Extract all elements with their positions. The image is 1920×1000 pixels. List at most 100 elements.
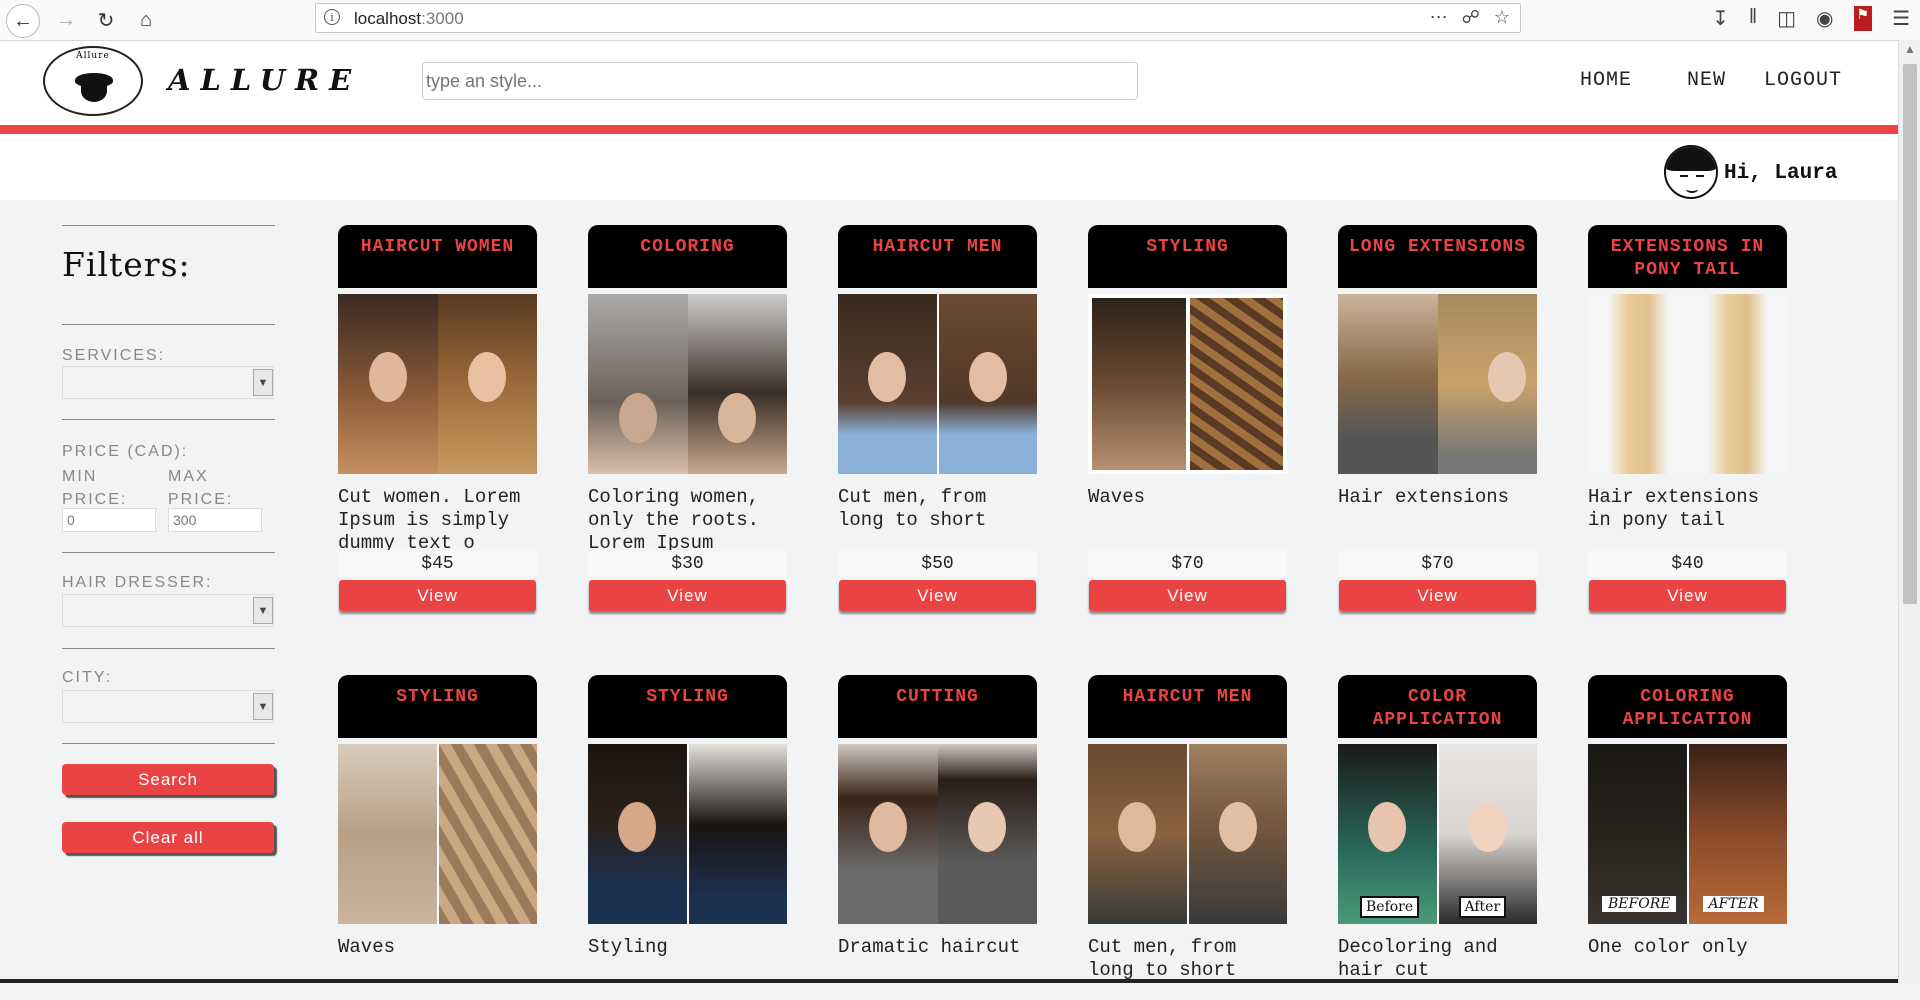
- scroll-up-icon[interactable]: ▲: [1899, 42, 1920, 56]
- before-tag: Before: [1360, 896, 1420, 918]
- back-icon[interactable]: ←: [6, 4, 40, 38]
- scrollbar-thumb[interactable]: [1903, 64, 1917, 604]
- reload-icon[interactable]: ↻: [90, 4, 122, 36]
- card-image[interactable]: BEFORE AFTER: [1588, 744, 1787, 924]
- chevron-down-icon[interactable]: ▼: [253, 369, 273, 396]
- card-image[interactable]: [1088, 294, 1287, 474]
- view-button[interactable]: View: [1339, 580, 1536, 611]
- card-image[interactable]: [338, 744, 537, 924]
- brand-name: ALLURE: [168, 63, 362, 97]
- card-price: $30: [588, 551, 787, 577]
- header-accent-bar: [0, 125, 1898, 134]
- site-info-icon[interactable]: i: [324, 9, 340, 25]
- browser-toolbar: ← → ↻ ⌂ i localhost:3000 ⋯ ☍ ☆ ↧ ‖ ◫ ◉ ⚑…: [0, 0, 1920, 41]
- city-select[interactable]: ▼: [62, 690, 274, 723]
- card-description: Styling: [588, 936, 668, 958]
- price-label: PRICE (CAD):: [62, 443, 189, 460]
- home-icon[interactable]: ⌂: [130, 4, 162, 36]
- chevron-down-icon[interactable]: ▼: [253, 597, 273, 624]
- card-image[interactable]: [1088, 744, 1287, 924]
- after-tag: After: [1458, 896, 1507, 918]
- divider: [62, 552, 275, 553]
- logo[interactable]: Allure: [43, 46, 143, 116]
- card-title: COLORING APPLICATION: [1588, 675, 1787, 738]
- clear-all-button[interactable]: Clear all: [62, 822, 274, 853]
- page-scrollbar[interactable]: ▲: [1898, 40, 1920, 983]
- beard-icon: [81, 80, 107, 102]
- card-description: Hair extensions in pony tail: [1588, 486, 1760, 531]
- card-title: STYLING: [588, 675, 787, 738]
- divider: [62, 743, 275, 744]
- card-title: HAIRCUT MEN: [838, 225, 1037, 288]
- more-icon[interactable]: ⋯: [1430, 7, 1448, 28]
- max-price-label: MAX PRICE:: [168, 468, 234, 508]
- bookmark-star-icon[interactable]: ☆: [1494, 7, 1510, 28]
- search-button[interactable]: Search: [62, 764, 274, 795]
- view-button[interactable]: View: [839, 580, 1036, 611]
- card-title: STYLING: [1088, 225, 1287, 288]
- card-description: Cut men, from long to short: [838, 486, 987, 531]
- filters-title: Filters:: [62, 245, 191, 284]
- divider: [62, 419, 275, 420]
- before-tag: BEFORE: [1602, 896, 1677, 912]
- search-input[interactable]: [422, 62, 1138, 100]
- card-description: One color only: [1588, 936, 1748, 958]
- card-description: Waves: [1088, 486, 1146, 508]
- menu-new[interactable]: NEW: [1687, 69, 1726, 92]
- card-image[interactable]: [838, 744, 1037, 924]
- card-image[interactable]: [838, 294, 1037, 474]
- menu-logout[interactable]: LOGOUT: [1764, 69, 1842, 92]
- card-description: Decoloring and hair cut: [1338, 936, 1498, 981]
- sidebar-icon[interactable]: ◫: [1777, 6, 1796, 31]
- card-title: CUTTING: [838, 675, 1037, 738]
- forward-icon[interactable]: →: [50, 4, 82, 36]
- card-title: HAIRCUT WOMEN: [338, 225, 537, 288]
- card-image[interactable]: [1338, 294, 1537, 474]
- card-description: Hair extensions: [1338, 486, 1510, 508]
- divider: [62, 648, 275, 649]
- card-price: $40: [1588, 551, 1787, 577]
- card-price: $70: [1338, 551, 1537, 577]
- services-label: SERVICES:: [62, 347, 166, 364]
- bottom-edge: [0, 979, 1898, 983]
- card-image[interactable]: [588, 744, 787, 924]
- card-price: $50: [838, 551, 1037, 577]
- pocket-icon[interactable]: ☍: [1462, 7, 1480, 28]
- services-select[interactable]: ▼: [62, 366, 274, 399]
- card-image[interactable]: [588, 294, 787, 474]
- extension-icon[interactable]: ⚑: [1853, 6, 1873, 31]
- menu-home[interactable]: HOME: [1580, 69, 1632, 92]
- avatar[interactable]: [1664, 145, 1718, 199]
- library-icon[interactable]: ‖: [1749, 6, 1757, 31]
- card-title: HAIRCUT MEN: [1088, 675, 1287, 738]
- max-price-input[interactable]: [168, 508, 262, 532]
- min-price-label: MIN PRICE:: [62, 468, 128, 508]
- card-description: Waves: [338, 936, 396, 958]
- url-text: localhost:3000: [354, 9, 464, 28]
- city-label: CITY:: [62, 669, 113, 686]
- card-image[interactable]: [1588, 294, 1787, 474]
- url-bar[interactable]: i localhost:3000 ⋯ ☍ ☆: [315, 3, 1521, 33]
- chevron-down-icon[interactable]: ▼: [253, 693, 273, 720]
- card-title: EXTENSIONS IN PONY TAIL: [1588, 225, 1787, 288]
- view-button[interactable]: View: [589, 580, 786, 611]
- card-price: $45: [338, 551, 537, 577]
- card-description: Cut women. Lorem Ipsum is simply dummy t…: [338, 486, 521, 550]
- min-price-input[interactable]: [62, 508, 156, 532]
- divider: [62, 324, 275, 325]
- hairdresser-select[interactable]: ▼: [62, 594, 274, 627]
- card-image[interactable]: Before After: [1338, 744, 1537, 924]
- card-title: COLOR APPLICATION: [1338, 675, 1537, 738]
- card-image[interactable]: [338, 294, 537, 474]
- card-title: STYLING: [338, 675, 537, 738]
- account-icon[interactable]: ◉: [1816, 6, 1833, 31]
- view-button[interactable]: View: [1589, 580, 1786, 611]
- card-price: $70: [1088, 551, 1287, 577]
- view-button[interactable]: View: [1089, 580, 1286, 611]
- card-description: Coloring women, only the roots. Lorem Ip…: [588, 486, 760, 550]
- view-button[interactable]: View: [339, 580, 536, 611]
- hairdresser-label: HAIR DRESSER:: [62, 574, 213, 591]
- card-description: Dramatic haircut: [838, 936, 1021, 958]
- menu-icon[interactable]: ☰: [1892, 6, 1910, 31]
- download-icon[interactable]: ↧: [1712, 6, 1729, 31]
